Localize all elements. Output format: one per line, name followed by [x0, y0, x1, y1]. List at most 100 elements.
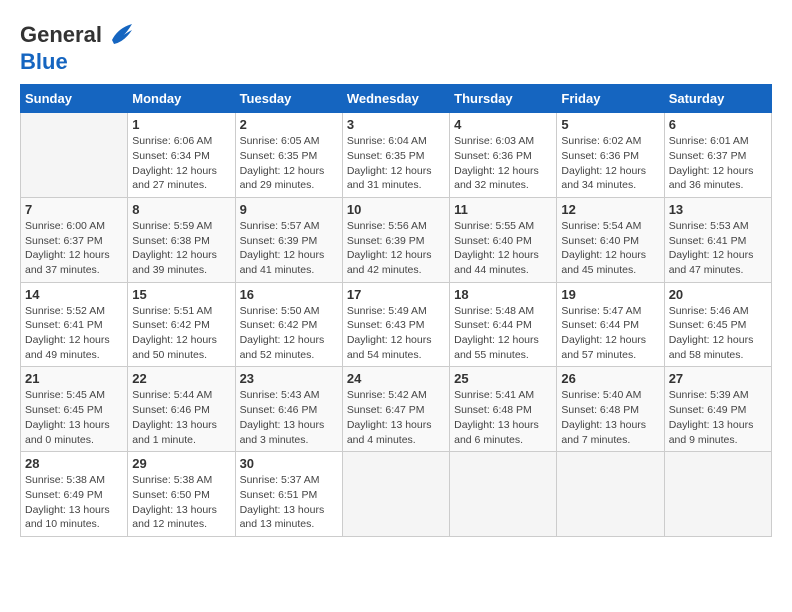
day-number: 12	[561, 202, 659, 217]
calendar-cell: 2 Sunrise: 6:05 AM Sunset: 6:35 PM Daylig…	[235, 113, 342, 198]
col-header-saturday: Saturday	[664, 85, 771, 113]
day-number: 18	[454, 287, 552, 302]
calendar-cell: 29 Sunrise: 5:38 AM Sunset: 6:50 PM Dayli…	[128, 452, 235, 537]
day-info: Sunrise: 5:42 AM Sunset: 6:47 PM Dayligh…	[347, 388, 445, 447]
day-number: 2	[240, 117, 338, 132]
day-number: 27	[669, 371, 767, 386]
day-number: 26	[561, 371, 659, 386]
calendar-cell	[21, 113, 128, 198]
calendar-cell: 12 Sunrise: 5:54 AM Sunset: 6:40 PM Dayli…	[557, 197, 664, 282]
day-info: Sunrise: 5:44 AM Sunset: 6:46 PM Dayligh…	[132, 388, 230, 447]
day-info: Sunrise: 5:39 AM Sunset: 6:49 PM Dayligh…	[669, 388, 767, 447]
day-number: 20	[669, 287, 767, 302]
day-info: Sunrise: 5:46 AM Sunset: 6:45 PM Dayligh…	[669, 304, 767, 363]
calendar-cell	[664, 452, 771, 537]
day-info: Sunrise: 5:51 AM Sunset: 6:42 PM Dayligh…	[132, 304, 230, 363]
calendar-cell: 30 Sunrise: 5:37 AM Sunset: 6:51 PM Dayli…	[235, 452, 342, 537]
calendar-cell: 1 Sunrise: 6:06 AM Sunset: 6:34 PM Daylig…	[128, 113, 235, 198]
day-number: 11	[454, 202, 552, 217]
day-info: Sunrise: 5:49 AM Sunset: 6:43 PM Dayligh…	[347, 304, 445, 363]
day-number: 3	[347, 117, 445, 132]
day-info: Sunrise: 5:50 AM Sunset: 6:42 PM Dayligh…	[240, 304, 338, 363]
calendar-cell	[342, 452, 449, 537]
day-number: 29	[132, 456, 230, 471]
calendar-cell: 4 Sunrise: 6:03 AM Sunset: 6:36 PM Daylig…	[450, 113, 557, 198]
day-info: Sunrise: 6:03 AM Sunset: 6:36 PM Dayligh…	[454, 134, 552, 193]
day-number: 4	[454, 117, 552, 132]
col-header-wednesday: Wednesday	[342, 85, 449, 113]
day-info: Sunrise: 6:02 AM Sunset: 6:36 PM Dayligh…	[561, 134, 659, 193]
day-info: Sunrise: 5:41 AM Sunset: 6:48 PM Dayligh…	[454, 388, 552, 447]
calendar-cell: 17 Sunrise: 5:49 AM Sunset: 6:43 PM Dayli…	[342, 282, 449, 367]
day-info: Sunrise: 5:37 AM Sunset: 6:51 PM Dayligh…	[240, 473, 338, 532]
calendar-cell: 14 Sunrise: 5:52 AM Sunset: 6:41 PM Dayli…	[21, 282, 128, 367]
col-header-tuesday: Tuesday	[235, 85, 342, 113]
calendar-cell: 13 Sunrise: 5:53 AM Sunset: 6:41 PM Dayli…	[664, 197, 771, 282]
week-row-3: 14 Sunrise: 5:52 AM Sunset: 6:41 PM Dayli…	[21, 282, 772, 367]
day-number: 6	[669, 117, 767, 132]
day-number: 13	[669, 202, 767, 217]
col-header-sunday: Sunday	[21, 85, 128, 113]
calendar-cell: 22 Sunrise: 5:44 AM Sunset: 6:46 PM Dayli…	[128, 367, 235, 452]
calendar-table: SundayMondayTuesdayWednesdayThursdayFrid…	[20, 84, 772, 537]
day-info: Sunrise: 5:52 AM Sunset: 6:41 PM Dayligh…	[25, 304, 123, 363]
calendar-cell: 26 Sunrise: 5:40 AM Sunset: 6:48 PM Dayli…	[557, 367, 664, 452]
logo: General Blue	[20, 20, 134, 74]
header: General Blue	[20, 20, 772, 74]
day-number: 8	[132, 202, 230, 217]
col-header-friday: Friday	[557, 85, 664, 113]
calendar-cell: 7Sunrise: 6:00 AM Sunset: 6:37 PM Daylig…	[21, 197, 128, 282]
day-info: Sunrise: 6:00 AM Sunset: 6:37 PM Dayligh…	[25, 219, 123, 278]
col-header-monday: Monday	[128, 85, 235, 113]
day-info: Sunrise: 6:06 AM Sunset: 6:34 PM Dayligh…	[132, 134, 230, 193]
day-info: Sunrise: 5:53 AM Sunset: 6:41 PM Dayligh…	[669, 219, 767, 278]
day-info: Sunrise: 5:56 AM Sunset: 6:39 PM Dayligh…	[347, 219, 445, 278]
week-row-4: 21Sunrise: 5:45 AM Sunset: 6:45 PM Dayli…	[21, 367, 772, 452]
day-info: Sunrise: 5:57 AM Sunset: 6:39 PM Dayligh…	[240, 219, 338, 278]
day-number: 21	[25, 371, 123, 386]
day-number: 10	[347, 202, 445, 217]
logo-general: General	[20, 22, 102, 47]
calendar-cell: 5 Sunrise: 6:02 AM Sunset: 6:36 PM Daylig…	[557, 113, 664, 198]
logo-blue: Blue	[20, 49, 68, 74]
day-number: 5	[561, 117, 659, 132]
day-info: Sunrise: 5:38 AM Sunset: 6:49 PM Dayligh…	[25, 473, 123, 532]
day-number: 19	[561, 287, 659, 302]
day-number: 15	[132, 287, 230, 302]
day-number: 24	[347, 371, 445, 386]
week-row-1: 1 Sunrise: 6:06 AM Sunset: 6:34 PM Daylig…	[21, 113, 772, 198]
day-number: 17	[347, 287, 445, 302]
day-info: Sunrise: 5:59 AM Sunset: 6:38 PM Dayligh…	[132, 219, 230, 278]
day-number: 1	[132, 117, 230, 132]
day-number: 30	[240, 456, 338, 471]
day-number: 9	[240, 202, 338, 217]
day-number: 28	[25, 456, 123, 471]
calendar-cell: 24 Sunrise: 5:42 AM Sunset: 6:47 PM Dayli…	[342, 367, 449, 452]
logo-bird-icon	[104, 20, 134, 50]
calendar-cell: 9 Sunrise: 5:57 AM Sunset: 6:39 PM Daylig…	[235, 197, 342, 282]
day-number: 22	[132, 371, 230, 386]
day-number: 14	[25, 287, 123, 302]
calendar-cell: 20 Sunrise: 5:46 AM Sunset: 6:45 PM Dayli…	[664, 282, 771, 367]
calendar-cell: 6Sunrise: 6:01 AM Sunset: 6:37 PM Daylig…	[664, 113, 771, 198]
day-info: Sunrise: 5:54 AM Sunset: 6:40 PM Dayligh…	[561, 219, 659, 278]
calendar-cell: 21Sunrise: 5:45 AM Sunset: 6:45 PM Dayli…	[21, 367, 128, 452]
col-header-thursday: Thursday	[450, 85, 557, 113]
week-row-2: 7Sunrise: 6:00 AM Sunset: 6:37 PM Daylig…	[21, 197, 772, 282]
calendar-cell: 11 Sunrise: 5:55 AM Sunset: 6:40 PM Dayli…	[450, 197, 557, 282]
calendar-cell: 10 Sunrise: 5:56 AM Sunset: 6:39 PM Dayli…	[342, 197, 449, 282]
calendar-cell: 18 Sunrise: 5:48 AM Sunset: 6:44 PM Dayli…	[450, 282, 557, 367]
day-number: 25	[454, 371, 552, 386]
day-info: Sunrise: 5:55 AM Sunset: 6:40 PM Dayligh…	[454, 219, 552, 278]
day-info: Sunrise: 5:40 AM Sunset: 6:48 PM Dayligh…	[561, 388, 659, 447]
calendar-cell: 19Sunrise: 5:47 AM Sunset: 6:44 PM Dayli…	[557, 282, 664, 367]
calendar-cell	[450, 452, 557, 537]
calendar-cell: 15 Sunrise: 5:51 AM Sunset: 6:42 PM Dayli…	[128, 282, 235, 367]
day-info: Sunrise: 5:38 AM Sunset: 6:50 PM Dayligh…	[132, 473, 230, 532]
day-info: Sunrise: 5:48 AM Sunset: 6:44 PM Dayligh…	[454, 304, 552, 363]
day-number: 23	[240, 371, 338, 386]
calendar-cell: 8 Sunrise: 5:59 AM Sunset: 6:38 PM Daylig…	[128, 197, 235, 282]
calendar-cell: 27 Sunrise: 5:39 AM Sunset: 6:49 PM Dayli…	[664, 367, 771, 452]
day-info: Sunrise: 6:05 AM Sunset: 6:35 PM Dayligh…	[240, 134, 338, 193]
week-row-5: 28 Sunrise: 5:38 AM Sunset: 6:49 PM Dayli…	[21, 452, 772, 537]
